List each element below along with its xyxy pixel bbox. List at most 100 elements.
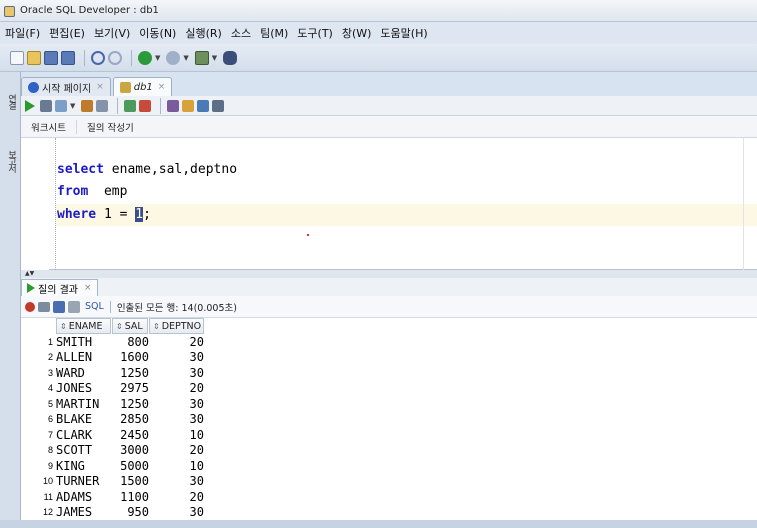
pin-icon[interactable]	[25, 301, 35, 312]
cell-deptno[interactable]: 30	[151, 474, 208, 488]
table-row[interactable]: 7 CLARK 2450 10	[21, 427, 208, 443]
column-header-ename[interactable]: ⇕ ENAME	[56, 318, 111, 334]
print-icon[interactable]	[38, 301, 50, 312]
menu-view[interactable]: 보기(V)	[94, 25, 130, 41]
tab-query-builder[interactable]: 질의 작성기	[77, 120, 144, 134]
cell-ename[interactable]: WARD	[55, 366, 113, 380]
cell-ename[interactable]: JAMES	[55, 505, 113, 519]
back-icon[interactable]	[138, 50, 152, 65]
undo-icon[interactable]	[91, 50, 105, 65]
cell-deptno[interactable]: 30	[151, 350, 208, 364]
autotrace-icon[interactable]	[96, 99, 109, 112]
binoculars-icon[interactable]	[223, 50, 238, 65]
cell-ename[interactable]: CLARK	[55, 428, 113, 442]
run-script-icon[interactable]	[40, 99, 52, 112]
redo-icon[interactable]	[108, 50, 122, 65]
reports-side-tab[interactable]: 보고서	[2, 150, 18, 171]
save-icon[interactable]	[44, 50, 58, 65]
commit-icon[interactable]	[55, 99, 67, 112]
forward-icon[interactable]	[166, 50, 181, 65]
tab-query-result[interactable]: 질의 결과 ×	[21, 279, 98, 296]
connection-icon[interactable]	[194, 50, 209, 65]
cell-deptno[interactable]: 30	[151, 505, 208, 519]
cell-deptno[interactable]: 30	[151, 412, 208, 426]
table-row[interactable]: 5 MARTIN 1250 30	[21, 396, 208, 412]
menu-run[interactable]: 실행(R)	[185, 25, 221, 41]
close-icon[interactable]: ×	[158, 82, 166, 92]
clear-icon[interactable]	[182, 99, 195, 112]
table-row[interactable]: 4 JONES 2975 20	[21, 381, 208, 397]
refresh-icon[interactable]	[53, 300, 65, 313]
menu-source[interactable]: 소스	[231, 25, 251, 41]
column-header-deptno[interactable]: ⇕ DEPTNO	[149, 318, 204, 334]
close-icon[interactable]: ×	[84, 283, 92, 293]
cell-sal[interactable]: 1100	[113, 490, 151, 504]
cell-deptno[interactable]: 30	[151, 366, 208, 380]
tab-db1[interactable]: db1 ×	[112, 77, 173, 96]
menu-team[interactable]: 팀(M)	[260, 25, 288, 41]
new-file-icon[interactable]	[10, 50, 24, 65]
menu-tools[interactable]: 도구(T)	[297, 25, 333, 41]
sql-editor[interactable]: select ename,sal,deptno from emp where 1…	[21, 138, 757, 270]
sql-tuning-icon[interactable]	[167, 99, 180, 112]
sql-button[interactable]: SQL	[85, 301, 104, 312]
chevron-down-icon[interactable]: ▼	[70, 102, 75, 110]
table-row[interactable]: 1 SMITH 800 20	[21, 334, 208, 350]
open-folder-icon[interactable]	[27, 50, 41, 65]
table-row[interactable]: 9 KING 5000 10	[21, 458, 208, 474]
cell-deptno[interactable]: 20	[151, 381, 208, 395]
editor-results-splitter[interactable]: ▲▼	[21, 270, 757, 278]
chevron-down-icon[interactable]: ▼	[183, 54, 188, 62]
cell-ename[interactable]: ADAMS	[55, 490, 113, 504]
commit-transaction-icon[interactable]	[124, 99, 137, 112]
cell-deptno[interactable]: 10	[151, 428, 208, 442]
table-row[interactable]: 12 JAMES 950 30	[21, 505, 208, 521]
cell-ename[interactable]: MARTIN	[55, 397, 113, 411]
cell-sal[interactable]: 2850	[113, 412, 151, 426]
run-statement-icon[interactable]	[25, 99, 35, 112]
rollback-icon[interactable]	[139, 99, 152, 112]
cell-sal[interactable]: 950	[113, 505, 151, 519]
cell-deptno[interactable]: 10	[151, 459, 208, 473]
menu-navigate[interactable]: 이동(N)	[139, 25, 176, 41]
table-row[interactable]: 2 ALLEN 1600 30	[21, 350, 208, 366]
cell-ename[interactable]: TURNER	[55, 474, 113, 488]
history-icon[interactable]	[197, 99, 210, 112]
cell-sal[interactable]: 5000	[113, 459, 151, 473]
menu-file[interactable]: 파일(F)	[5, 25, 40, 41]
connections-side-tab[interactable]: 연결	[2, 94, 18, 108]
cell-deptno[interactable]: 20	[151, 490, 208, 504]
cell-sal[interactable]: 800	[113, 335, 151, 349]
cell-ename[interactable]: JONES	[55, 381, 113, 395]
table-row[interactable]: 3 WARD 1250 30	[21, 365, 208, 381]
cell-sal[interactable]: 1250	[113, 397, 151, 411]
menu-help[interactable]: 도움말(H)	[380, 25, 427, 41]
table-row[interactable]: 6 BLAKE 2850 30	[21, 412, 208, 428]
cell-sal[interactable]: 1600	[113, 350, 151, 364]
table-row[interactable]: 10 TURNER 1500 30	[21, 474, 208, 490]
tab-worksheet[interactable]: 워크시트	[21, 119, 77, 134]
cell-ename[interactable]: SMITH	[55, 335, 113, 349]
close-icon[interactable]: ×	[96, 82, 104, 92]
table-row[interactable]: 11 ADAMS 1100 20	[21, 489, 208, 505]
column-header-sal[interactable]: ⇕ SAL	[112, 318, 148, 334]
format-icon[interactable]	[212, 99, 225, 112]
chevron-down-icon[interactable]: ▼	[212, 54, 217, 62]
cell-ename[interactable]: BLAKE	[55, 412, 113, 426]
cell-sal[interactable]: 3000	[113, 443, 151, 457]
cell-sal[interactable]: 1250	[113, 366, 151, 380]
collapse-arrows-icon[interactable]: ▲▼	[25, 270, 34, 278]
cell-sal[interactable]: 2450	[113, 428, 151, 442]
delete-icon[interactable]	[68, 300, 80, 313]
cell-deptno[interactable]: 20	[151, 443, 208, 457]
cell-deptno[interactable]: 30	[151, 397, 208, 411]
menu-window[interactable]: 창(W)	[342, 25, 372, 41]
tab-start-page[interactable]: 시작 페이지 ×	[21, 77, 111, 96]
save-all-icon[interactable]	[61, 50, 75, 65]
cell-ename[interactable]: SCOTT	[55, 443, 113, 457]
cell-sal[interactable]: 2975	[113, 381, 151, 395]
cell-ename[interactable]: KING	[55, 459, 113, 473]
chevron-down-icon[interactable]: ▼	[155, 54, 160, 62]
cell-ename[interactable]: ALLEN	[55, 350, 113, 364]
menu-edit[interactable]: 편집(E)	[49, 25, 85, 41]
